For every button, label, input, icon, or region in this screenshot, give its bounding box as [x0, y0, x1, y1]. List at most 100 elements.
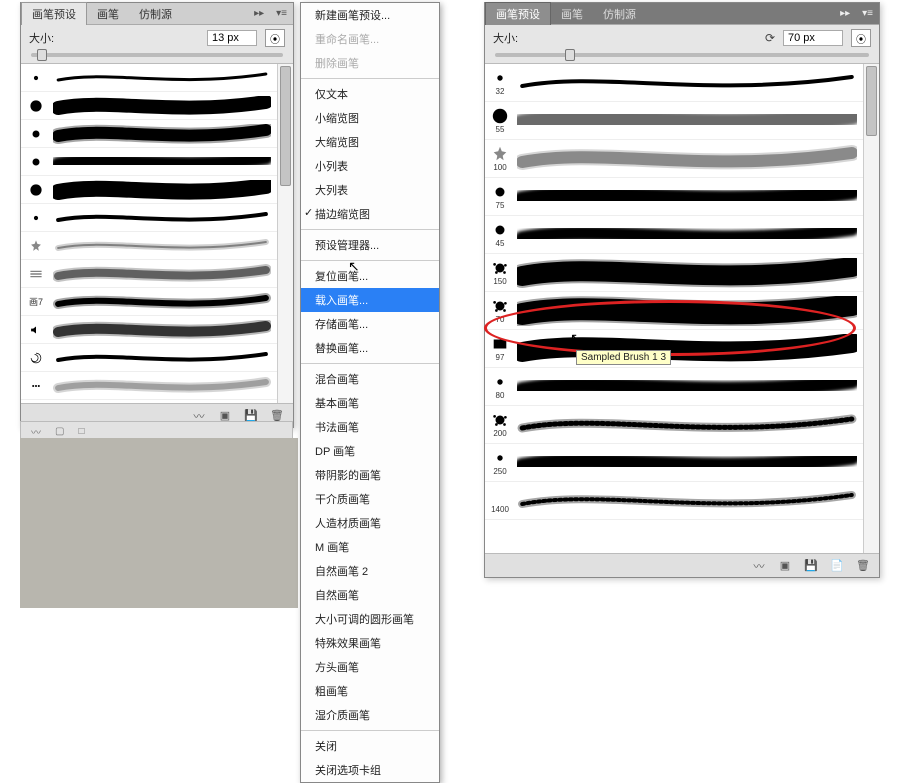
menu-item[interactable]: 描边缩览图 — [301, 202, 439, 226]
brush-stroke-preview — [517, 68, 857, 98]
brush-row[interactable] — [21, 148, 277, 176]
brush-stroke-preview — [517, 106, 857, 136]
brush-row[interactable]: 32 — [485, 64, 863, 102]
reset-icon[interactable]: ⟳ — [765, 31, 775, 45]
tab-brush-presets[interactable]: 画笔预设 — [21, 2, 87, 25]
menu-item[interactable]: M 画笔 — [301, 535, 439, 559]
brush-row[interactable]: 1400 — [485, 482, 863, 520]
size-input[interactable]: 13 px — [207, 30, 257, 46]
menu-item[interactable]: 自然画笔 2 — [301, 559, 439, 583]
panel-collapse-icon[interactable]: ▸▸ — [834, 8, 856, 19]
panel-menu-icon[interactable]: ▾≡ — [270, 8, 293, 19]
brush-tip-icon — [23, 127, 49, 141]
panel-collapse-icon[interactable]: ▸▸ — [248, 8, 270, 19]
brush-row[interactable]: 45 — [485, 216, 863, 254]
menu-item[interactable]: 存储画笔... — [301, 312, 439, 336]
brush-row[interactable] — [21, 260, 277, 288]
menu-item: 重命名画笔... — [301, 27, 439, 51]
menu-item[interactable]: 新建画笔预设... — [301, 3, 439, 27]
brush-row[interactable] — [21, 316, 277, 344]
brush-stroke-preview — [517, 220, 857, 250]
menu-item[interactable]: 替换画笔... — [301, 336, 439, 360]
menu-item[interactable]: 湿介质画笔 — [301, 703, 439, 727]
menu-item[interactable]: 预设管理器... — [301, 233, 439, 257]
menu-item[interactable]: DP 画笔 — [301, 439, 439, 463]
brush-row[interactable] — [21, 344, 277, 372]
brush-row[interactable] — [21, 64, 277, 92]
toggle-preview-button[interactable]: ⦿ — [265, 29, 285, 47]
menu-item[interactable]: 基本画笔 — [301, 391, 439, 415]
status-icon: 〰 — [31, 424, 41, 439]
brush-row[interactable] — [21, 372, 277, 400]
brush-row[interactable]: 75 — [485, 178, 863, 216]
menu-item[interactable]: 干介质画笔 — [301, 487, 439, 511]
size-label: 大小: — [493, 30, 518, 46]
tab-brush-presets[interactable]: 画笔预设 — [485, 2, 551, 25]
brush-stroke-preview — [53, 152, 271, 172]
scrollbar[interactable] — [277, 64, 293, 403]
brush-presets-panel-right: 画笔预设 画笔 仿制源 ▸▸ ▾≡ 大小: ⟳ 70 px ⦿ 32 55 — [484, 2, 880, 578]
brush-stroke-preview — [53, 96, 271, 116]
menu-item[interactable]: 人造材质画笔 — [301, 511, 439, 535]
brush-tip-icon: 250 — [487, 449, 513, 476]
brush-stroke-preview — [53, 292, 271, 312]
brush-row[interactable] — [21, 176, 277, 204]
toggle-preview-button[interactable]: ⦿ — [851, 29, 871, 47]
tab-clone-source[interactable]: 仿制源 — [129, 3, 182, 25]
brush-row[interactable] — [21, 232, 277, 260]
brush-tip-icon: 97 — [487, 335, 513, 362]
menu-item[interactable]: 小列表 — [301, 154, 439, 178]
menu-item: 删除画笔 — [301, 51, 439, 75]
save-icon[interactable]: 💾 — [803, 558, 819, 574]
menu-item[interactable]: 载入画笔... — [301, 288, 439, 312]
menu-item[interactable]: 关闭选项卡组 — [301, 758, 439, 782]
brush-row[interactable]: 250 — [485, 444, 863, 482]
brush-row[interactable]: 200 — [485, 406, 863, 444]
menu-separator — [301, 78, 439, 79]
menu-item[interactable]: 大列表 — [301, 178, 439, 202]
brush-row[interactable]: 150 — [485, 254, 863, 292]
brush-row[interactable]: 画7 — [21, 288, 277, 316]
status-icon-3: □ — [78, 426, 84, 437]
brush-row[interactable]: 100 — [485, 140, 863, 178]
menu-item[interactable]: 粗画笔 — [301, 679, 439, 703]
brush-stroke-preview — [517, 258, 857, 288]
tab-brush[interactable]: 画笔 — [551, 3, 593, 25]
size-slider[interactable] — [31, 53, 283, 57]
menu-item[interactable]: 复位画笔... — [301, 264, 439, 288]
brush-row[interactable]: 55 — [485, 102, 863, 140]
brush-tip-icon: 32 — [487, 69, 513, 96]
panel-menu-icon[interactable]: ▾≡ — [856, 8, 879, 19]
menu-item[interactable]: 混合画笔 — [301, 367, 439, 391]
menu-item[interactable]: 大缩览图 — [301, 130, 439, 154]
scrollbar[interactable] — [863, 64, 879, 553]
menu-item[interactable]: 方头画笔 — [301, 655, 439, 679]
brush-presets-panel-left: 画笔预设 画笔 仿制源 ▸▸ ▾≡ 大小: 13 px ⦿ — [20, 2, 294, 428]
menu-item[interactable]: 特殊效果画笔 — [301, 631, 439, 655]
menu-item[interactable]: 自然画笔 — [301, 583, 439, 607]
brush-row[interactable] — [21, 92, 277, 120]
brush-row[interactable] — [21, 204, 277, 232]
brush-tip-icon: 1400 — [487, 487, 513, 514]
menu-item[interactable]: 关闭 — [301, 734, 439, 758]
menu-item[interactable]: 大小可调的圆形画笔 — [301, 607, 439, 631]
menu-item[interactable]: 仅文本 — [301, 82, 439, 106]
tab-clone-source[interactable]: 仿制源 — [593, 3, 646, 25]
menu-item[interactable]: 带阴影的画笔 — [301, 463, 439, 487]
brush-stroke-icon[interactable]: 〰 — [751, 558, 767, 574]
brush-row[interactable]: 80 — [485, 368, 863, 406]
size-slider[interactable] — [495, 53, 869, 57]
new-preset-icon[interactable]: ▣ — [777, 558, 793, 574]
size-input[interactable]: 70 px — [783, 30, 843, 46]
brush-tip-icon: 55 — [487, 107, 513, 134]
new-icon[interactable]: 📄 — [829, 558, 845, 574]
brush-stroke-preview — [53, 264, 271, 284]
brush-row[interactable] — [21, 120, 277, 148]
menu-item[interactable]: 小缩览图 — [301, 106, 439, 130]
menu-item[interactable]: 书法画笔 — [301, 415, 439, 439]
brush-row[interactable]: 97 — [485, 330, 863, 368]
tab-brush[interactable]: 画笔 — [87, 3, 129, 25]
delete-icon[interactable]: 🗑 — [855, 558, 871, 574]
brush-row[interactable]: 70 — [485, 292, 863, 330]
size-label: 大小: — [29, 30, 54, 46]
